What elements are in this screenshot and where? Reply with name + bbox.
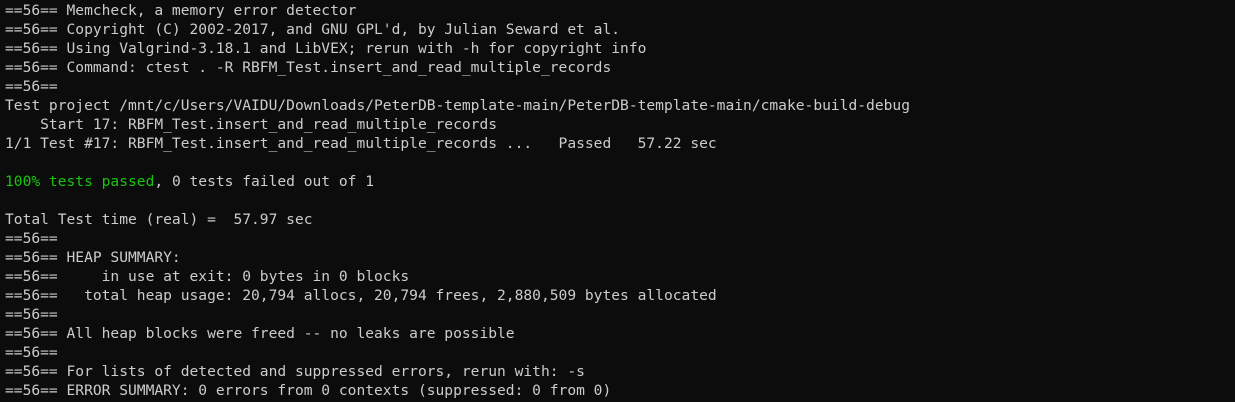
terminal-line-error-summary: ==56== ERROR SUMMARY: 0 errors from 0 co… xyxy=(5,382,612,399)
terminal-line-rerun-hint: ==56== For lists of detected and suppres… xyxy=(5,363,585,380)
terminal-line-test-start: Start 17: RBFM_Test.insert_and_read_mult… xyxy=(5,116,498,133)
terminal-line-in-use-at-exit: ==56== in use at exit: 0 bytes in 0 bloc… xyxy=(5,268,410,285)
terminal-line-separator: ==56== xyxy=(5,344,58,361)
terminal-line-test-project: Test project /mnt/c/Users/VAIDU/Download… xyxy=(5,97,910,114)
terminal-line-separator: ==56== xyxy=(5,230,58,247)
terminal-line-separator: ==56== xyxy=(5,306,58,323)
terminal-line-valgrind-version: ==56== Using Valgrind-3.18.1 and LibVEX;… xyxy=(5,40,647,57)
terminal-line-total-heap-usage: ==56== total heap usage: 20,794 allocs, … xyxy=(5,287,717,304)
terminal-window[interactable]: ==56== Memcheck, a memory error detector… xyxy=(0,0,1235,402)
terminal-line-heap-freed: ==56== All heap blocks were freed -- no … xyxy=(5,325,515,342)
terminal-line-test-result: 1/1 Test #17: RBFM_Test.insert_and_read_… xyxy=(5,135,717,152)
terminal-line-memcheck: ==56== Memcheck, a memory error detector xyxy=(5,2,357,19)
tests-failed-text: , 0 tests failed out of 1 xyxy=(154,173,375,190)
terminal-line-heap-summary: ==56== HEAP SUMMARY: xyxy=(5,249,181,266)
terminal-line-command: ==56== Command: ctest . -R RBFM_Test.ins… xyxy=(5,59,612,76)
terminal-line-copyright: ==56== Copyright (C) 2002-2017, and GNU … xyxy=(5,21,621,38)
terminal-line-total-time: Total Test time (real) = 57.97 sec xyxy=(5,211,313,228)
terminal-line-separator: ==56== xyxy=(5,78,58,95)
terminal-line-test-summary: 100% tests passed, 0 tests failed out of… xyxy=(5,172,1235,191)
tests-passed-text: 100% tests passed xyxy=(5,173,155,190)
